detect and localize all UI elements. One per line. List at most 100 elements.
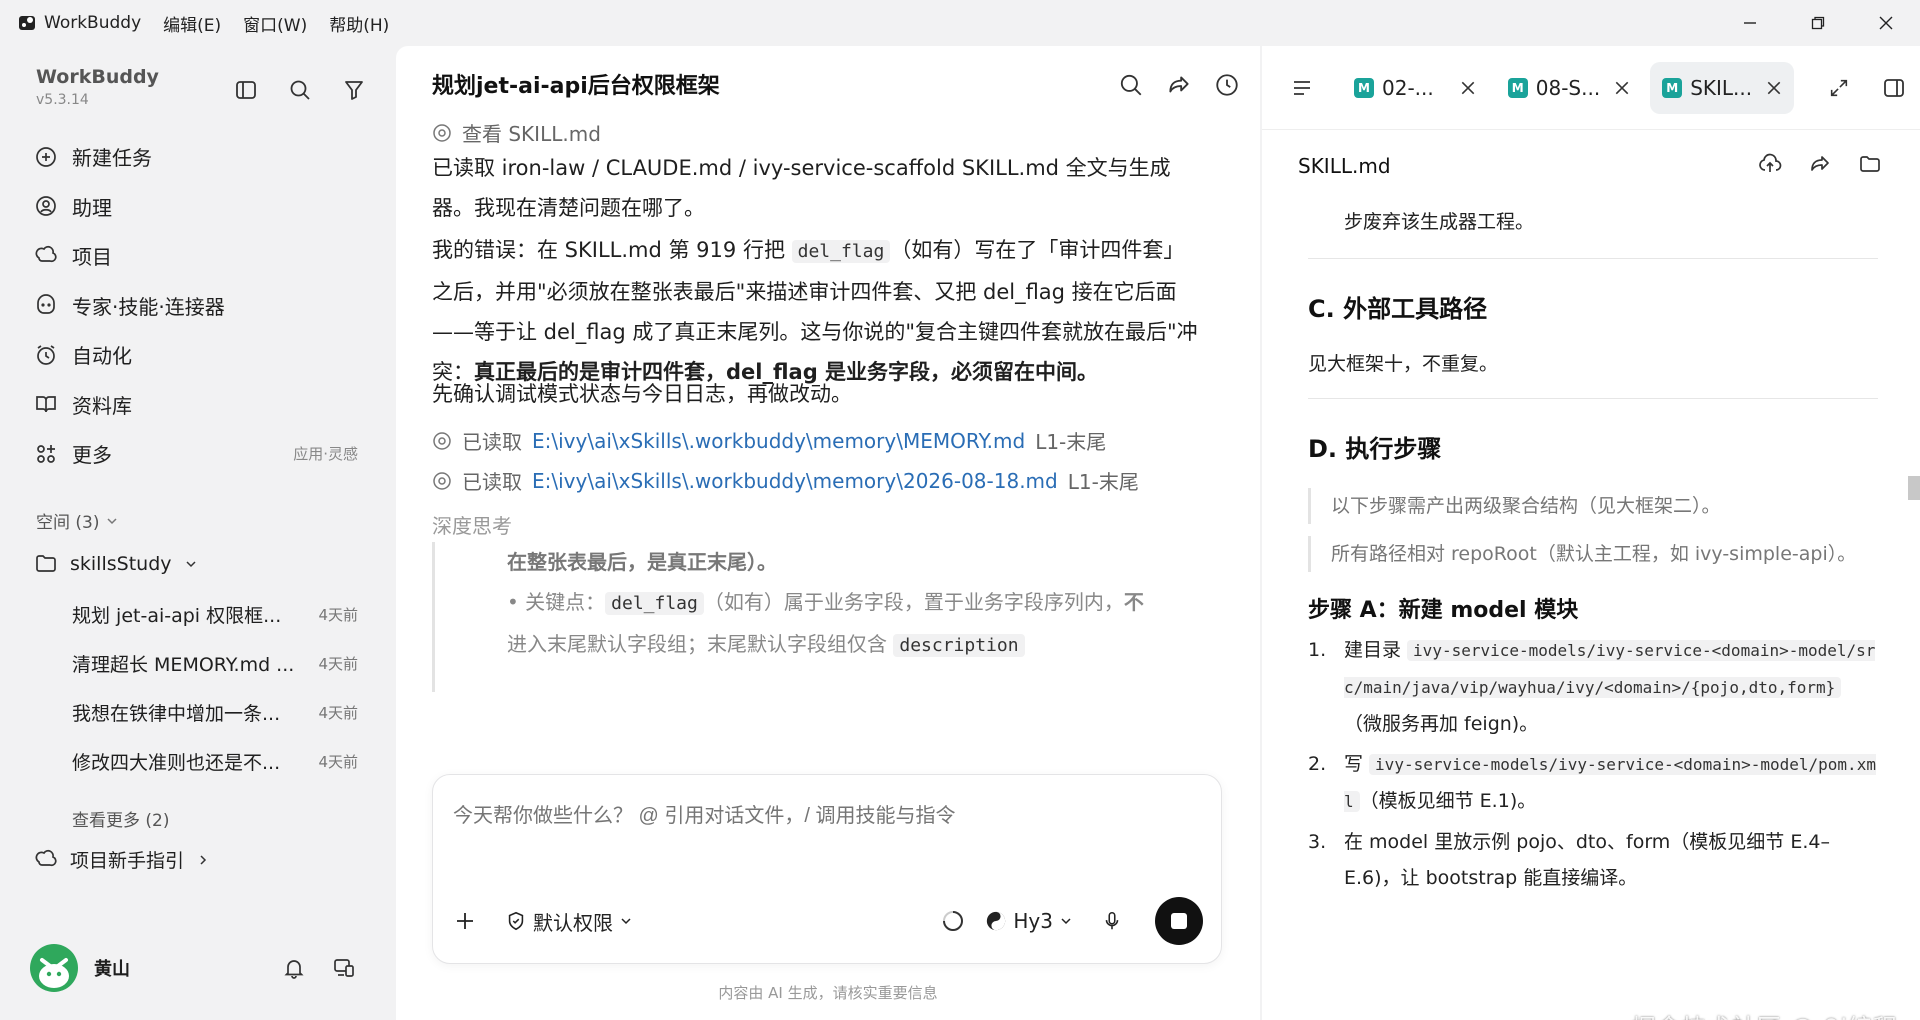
toggle-sidebar-button[interactable] (230, 74, 262, 106)
task-item[interactable]: 修改四大准则也还是不... 4天前 (60, 737, 370, 786)
stop-button[interactable] (1155, 897, 1203, 945)
markdown-document[interactable]: 步废弃该生成器工程。 C. 外部工具路径 见大框架十，不重复。 D. 执行步骤 … (1308, 204, 1878, 896)
read-file-line[interactable]: 已读取 E:\ivy\ai\xSkills\.workbuddy\memory\… (432, 426, 1106, 455)
close-icon[interactable] (1460, 80, 1476, 96)
nav-library[interactable]: 资料库 (24, 380, 374, 430)
chevron-down-icon (185, 561, 196, 568)
scrollbar-thumb[interactable] (1908, 476, 1920, 500)
guide-label: 项目新手指引 (70, 850, 185, 872)
watermark: 掘金技术社区 @ 9i编程 (1632, 1008, 1898, 1020)
composer-toolbar: 默认权限 Hy3 (453, 897, 1203, 945)
nav-project[interactable]: 项目 (24, 231, 374, 281)
list-item: 2. 写 ivy-service-models/ivy-service-<doma… (1308, 746, 1878, 820)
view-skill-label: 查看 SKILL.md (462, 124, 601, 146)
share-icon[interactable] (1808, 152, 1832, 176)
tab-label: SKIL... (1690, 75, 1753, 100)
side-panel-icon[interactable] (1882, 76, 1906, 100)
minimize-button[interactable] (1716, 0, 1784, 46)
thinking-bold: 不 (1123, 590, 1144, 614)
menu-edit[interactable]: 编辑(E) (163, 11, 221, 36)
nav-more[interactable]: 更多 应用·灵感 (24, 429, 374, 479)
share-icon[interactable] (1166, 72, 1192, 98)
thinking-text: （如有）属于业务字段，置于业务字段序列内， (703, 590, 1124, 614)
sidebar-toolbar (230, 74, 370, 106)
tab-file-02[interactable]: M 02-... (1342, 62, 1488, 114)
menu-window[interactable]: 窗口(W) (243, 11, 307, 36)
deep-thinking-label[interactable]: 深度思考 (432, 510, 512, 539)
tab-file-08[interactable]: M 08-S... (1496, 62, 1642, 114)
list-number: 3. (1308, 831, 1327, 853)
message-list[interactable]: 查看 SKILL.md 已读取 iron-law / CLAUDE.md / i… (396, 124, 1260, 814)
read-label: 已读取 (462, 430, 522, 454)
upload-icon[interactable] (1758, 152, 1782, 176)
open-folder-icon[interactable] (1858, 152, 1882, 176)
inline-code: description (893, 634, 1025, 657)
menu-icon[interactable] (1290, 76, 1314, 100)
close-window-button[interactable] (1852, 0, 1920, 46)
assistant-icon (36, 196, 56, 217)
search-button[interactable] (284, 74, 316, 106)
project-guide-link[interactable]: 项目新手指引 (34, 846, 210, 873)
user-profile[interactable]: 黄山 (30, 944, 130, 992)
task-list: 规划 jet-ai-api 权限框... 4天前 清理超长 MEMORY.md .… (60, 590, 370, 786)
permission-label: 默认权限 (533, 910, 613, 935)
model-label: Hy3 (1013, 909, 1053, 933)
restore-button[interactable] (1784, 0, 1852, 46)
view-skill-line[interactable]: 查看 SKILL.md (432, 124, 601, 147)
markdown-file-icon: M (1507, 77, 1528, 98)
doc-heading-c: C. 外部工具路径 (1308, 295, 1488, 323)
folder-icon (36, 555, 56, 572)
close-icon[interactable] (1766, 80, 1782, 96)
nav-new-task[interactable]: 新建任务 (24, 132, 374, 182)
doc-paragraph: 步废弃该生成器工程。 (1344, 211, 1535, 233)
task-item[interactable]: 规划 jet-ai-api 权限框... 4天前 (60, 590, 370, 639)
window-controls (1716, 0, 1920, 46)
project-folder[interactable]: skillsStudy (34, 552, 198, 576)
microphone-icon[interactable] (1101, 910, 1123, 932)
file-tabs: M 02-... M 08-S... M SKIL... (1262, 46, 1920, 130)
avatar-mascot-icon (39, 958, 69, 988)
list-text: （微服务再加 feign)。 (1344, 713, 1539, 735)
sidebar-nav: 新建任务 助理 项目 专家·技能·连接器 自动化 资料库 更多 应用·灵感 (24, 132, 374, 479)
read-range: L1-末尾 (1035, 430, 1107, 454)
menu-help[interactable]: 帮助(H) (329, 11, 389, 36)
search-icon[interactable] (1118, 72, 1144, 98)
list-number: 2. (1308, 753, 1327, 775)
doc-blockquote: 所有路径相对 repoRoot（默认主工程，如 ivy-simple-api）。 (1308, 536, 1878, 572)
list-text: （模板见细节 E.1)。 (1359, 790, 1537, 812)
stop-icon (1171, 913, 1187, 929)
user-toolbar (282, 956, 356, 980)
chevron-down-icon (621, 918, 631, 925)
tab-file-skill[interactable]: M SKIL... (1650, 61, 1795, 114)
permission-select[interactable]: 默认权限 (505, 907, 633, 936)
inline-code: ivy-service-models/ivy-service-<domain>-… (1344, 640, 1876, 698)
devices-icon[interactable] (332, 956, 356, 980)
doc-divider (1308, 258, 1878, 259)
bell-icon[interactable] (282, 956, 306, 980)
task-item[interactable]: 清理超长 MEMORY.md ... 4天前 (60, 639, 370, 688)
filter-button[interactable] (338, 74, 370, 106)
expand-icon[interactable] (1828, 77, 1850, 99)
title-bar: WorkBuddy 编辑(E) 窗口(W) 帮助(H) (0, 0, 1920, 46)
model-select[interactable]: Hy3 (985, 909, 1073, 933)
plus-icon[interactable] (453, 909, 477, 933)
history-icon[interactable] (1214, 72, 1240, 98)
spaces-header[interactable]: 空间 (3) (36, 508, 119, 533)
nav-label: 项目 (72, 245, 112, 270)
loading-spinner-icon (943, 911, 964, 931)
file-path-link[interactable]: E:\ivy\ai\xSkills\.workbuddy\memory\MEMO… (532, 429, 1025, 453)
filter-icon (345, 81, 363, 100)
nav-automation[interactable]: 自动化 (24, 330, 374, 380)
list-text: 写 (1344, 753, 1370, 775)
message-input[interactable] (453, 805, 1193, 828)
task-item[interactable]: 我想在铁律中增加一条... 4天前 (60, 688, 370, 737)
read-file-line[interactable]: 已读取 E:\ivy\ai\xSkills\.workbuddy\memory\… (432, 466, 1139, 495)
nav-assistant[interactable]: 助理 (24, 182, 374, 232)
close-icon[interactable] (1614, 80, 1630, 96)
see-more-link[interactable]: 查看更多 (2) (72, 806, 169, 831)
app-window: WorkBuddy 编辑(E) 窗口(W) 帮助(H) WorkBuddy v5… (0, 0, 1920, 1020)
app-logo-icon (19, 16, 35, 30)
nav-label: 资料库 (72, 393, 132, 418)
nav-experts[interactable]: 专家·技能·连接器 (24, 281, 374, 331)
file-path-link[interactable]: E:\ivy\ai\xSkills\.workbuddy\memory\2026… (532, 469, 1058, 493)
